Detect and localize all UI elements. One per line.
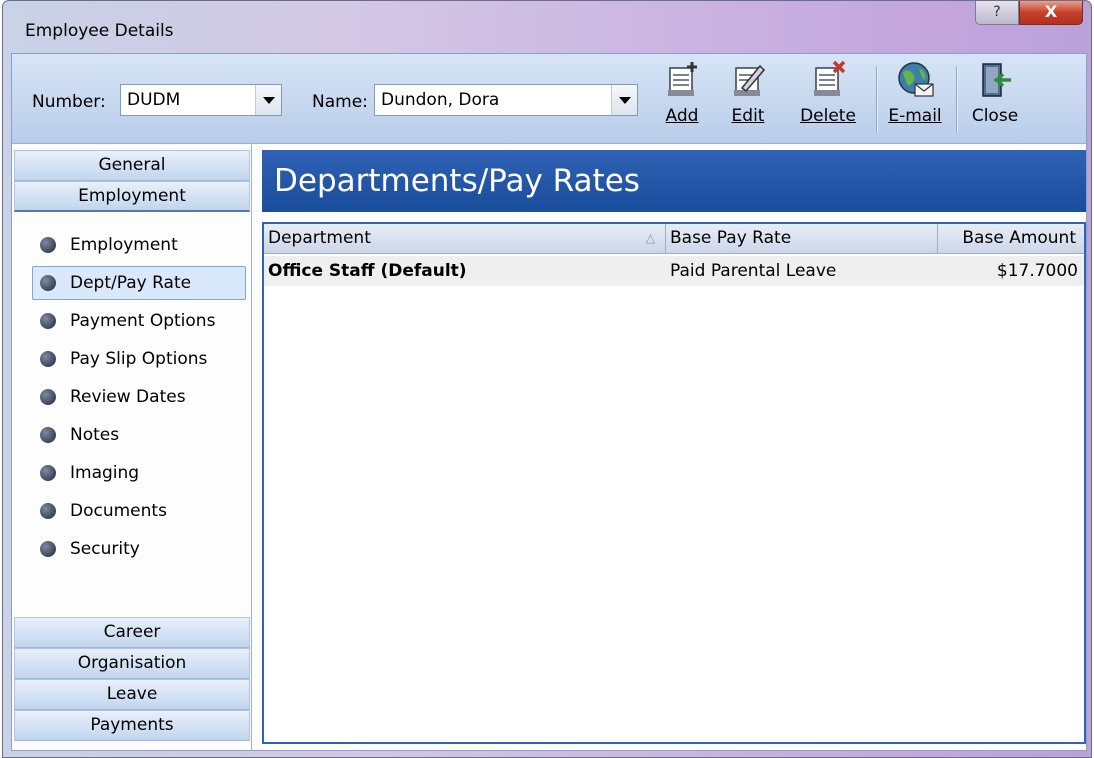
close-label: Close [971,106,1019,126]
cell-base-amount: $17.7000 [996,261,1078,281]
nav-bottom-groups: Career Organisation Leave Payments [12,617,252,741]
toolbar-separator [876,66,877,132]
employee-details-window: Employee Details ? X Number: DUDM Name: … [2,0,1092,758]
number-value: DUDM [127,90,181,110]
close-button[interactable]: Close [966,60,1024,140]
name-combobox[interactable]: Dundon, Dora [374,84,638,116]
bullet-icon [40,427,56,443]
nav-item-label: Employment [70,235,178,255]
nav-item-documents[interactable]: Documents [12,492,252,530]
name-value: Dundon, Dora [381,90,500,110]
bullet-icon [40,465,56,481]
bullet-icon [40,389,56,405]
delete-label: Delete [800,106,856,126]
nav-item-pay-slip-options[interactable]: Pay Slip Options [12,340,252,378]
column-header-label: Base Pay Rate [670,228,792,248]
nav-group-organisation[interactable]: Organisation [14,648,250,679]
nav-group-employment[interactable]: Employment [14,181,250,212]
window-title: Employee Details [25,21,174,41]
nav-item-label: Imaging [70,463,140,483]
column-header-label: Department [268,228,371,248]
column-header-label: Base Amount [962,228,1076,248]
email-globe-icon [898,62,934,97]
bullet-icon [40,237,56,253]
bullet-icon [40,275,56,291]
nav-item-notes[interactable]: Notes [12,416,252,454]
help-button[interactable]: ? [975,1,1019,25]
add-document-icon [668,62,697,96]
title-bar[interactable]: Employee Details ? X [3,1,1091,53]
table-row[interactable]: Office Staff (Default) Paid Parental Lea… [264,256,1084,286]
column-header-department[interactable]: Department △ [264,224,666,253]
edit-document-icon [734,64,766,96]
caption-buttons: ? X [975,1,1083,25]
nav-group-general[interactable]: General [14,150,250,181]
nav-item-label: Notes [70,425,120,445]
delete-document-icon [814,60,846,96]
edit-button[interactable]: Edit [724,60,772,140]
add-label: Add [665,106,699,126]
panel-title: Departments/Pay Rates [262,150,1086,212]
delete-button[interactable]: Delete [792,60,864,140]
nav-item-employment[interactable]: Employment [12,226,252,264]
column-header-base-amount[interactable]: Base Amount [938,224,1084,253]
nav-item-label: Review Dates [70,387,186,407]
client-area: Number: DUDM Name: Dundon, Dora Add Edit… [11,53,1087,751]
cell-base-pay-rate: Paid Parental Leave [670,261,837,281]
nav-item-list: Employment Dept/Pay Rate Payment Options… [12,226,252,568]
bullet-icon [40,313,56,329]
nav-item-label: Documents [70,501,167,521]
add-button[interactable]: Add [658,60,706,140]
nav-item-review-dates[interactable]: Review Dates [12,378,252,416]
email-button[interactable]: E-mail [884,60,946,140]
nav-item-label: Payment Options [70,311,216,331]
nav-item-label: Security [70,539,140,559]
bullet-icon [40,541,56,557]
nav-item-security[interactable]: Security [12,530,252,568]
number-combobox[interactable]: DUDM [120,84,282,116]
nav-group-leave[interactable]: Leave [14,679,250,710]
chevron-down-icon[interactable] [611,85,637,115]
nav-item-payment-options[interactable]: Payment Options [12,302,252,340]
grid-header: Department △ Base Pay Rate Base Amount [264,224,1084,254]
edit-label: Edit [731,106,765,126]
number-label: Number: [32,92,106,112]
toolbar: Number: DUDM Name: Dundon, Dora Add Edit… [12,54,1086,144]
nav-group-career[interactable]: Career [14,617,250,648]
close-window-button[interactable]: X [1019,1,1083,25]
bullet-icon [40,351,56,367]
nav-item-label: Pay Slip Options [70,349,208,369]
exit-door-icon [982,63,1011,97]
chevron-down-icon[interactable] [255,85,281,115]
nav-group-payments[interactable]: Payments [14,710,250,741]
email-label: E-mail [888,106,942,126]
nav-item-imaging[interactable]: Imaging [12,454,252,492]
departments-grid[interactable]: Department △ Base Pay Rate Base Amount O… [262,222,1086,744]
nav-item-label: Dept/Pay Rate [70,273,192,293]
bullet-icon [40,503,56,519]
nav-item-dept-pay-rate[interactable]: Dept/Pay Rate [12,264,252,302]
sort-ascending-icon: △ [645,231,655,245]
navigation-pane: General Employment Employment Dept/Pay R… [12,144,252,750]
column-header-base-pay-rate[interactable]: Base Pay Rate [666,224,938,253]
name-label: Name: [312,92,368,112]
toolbar-separator [956,66,957,132]
cell-department: Office Staff (Default) [268,261,467,281]
